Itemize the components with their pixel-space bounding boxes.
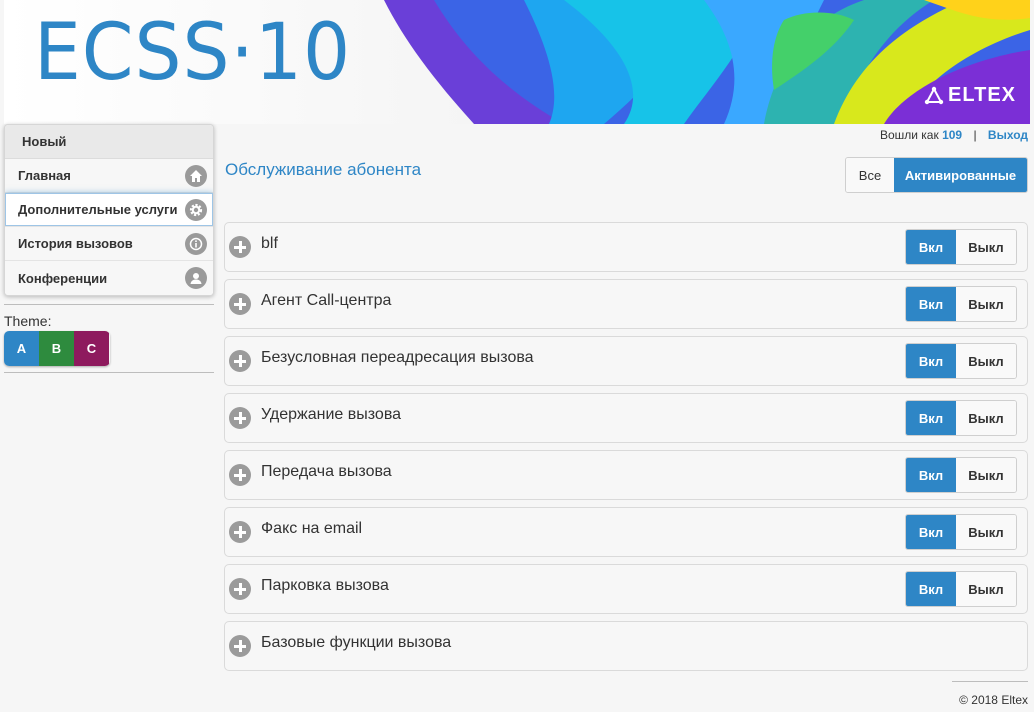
footer-copyright: © 2018 Eltex — [959, 693, 1028, 707]
service-row: Парковка вызова Вкл Выкл — [224, 564, 1028, 614]
expand-plus-icon[interactable] — [229, 293, 251, 315]
off-button[interactable]: Выкл — [956, 230, 1016, 264]
divider — [4, 372, 214, 373]
sidebar-menu: Новый Главная Дополнительные услуги Исто… — [4, 124, 214, 296]
theme-b-button[interactable]: B — [39, 331, 74, 366]
service-name: Безусловная переадресация вызова — [261, 349, 534, 366]
filter-all-button[interactable]: Все — [846, 158, 894, 192]
off-button[interactable]: Выкл — [956, 401, 1016, 435]
on-button[interactable]: Вкл — [906, 287, 956, 321]
service-toggle: Вкл Выкл — [905, 571, 1017, 607]
theme-c-button[interactable]: C — [74, 331, 109, 366]
service-toggle: Вкл Выкл — [905, 343, 1017, 379]
theme-label: Theme: — [4, 313, 52, 329]
on-button[interactable]: Вкл — [906, 458, 956, 492]
service-name: Парковка вызова — [261, 577, 389, 594]
service-row: Агент Call-центра Вкл Выкл — [224, 279, 1028, 329]
service-name: Агент Call-центра — [261, 292, 392, 309]
user-icon — [185, 267, 207, 289]
on-button[interactable]: Вкл — [906, 572, 956, 606]
theme-a-button[interactable]: A — [4, 331, 39, 366]
service-toggle: Вкл Выкл — [905, 400, 1017, 436]
expand-plus-icon[interactable] — [229, 407, 251, 429]
service-name: Факс на email — [261, 520, 363, 537]
eltex-brand: ELTEX — [924, 84, 1016, 107]
divider — [4, 304, 214, 305]
service-filter: Все Активированные — [845, 157, 1028, 193]
on-button[interactable]: Вкл — [906, 401, 956, 435]
header-banner: ECSS·10 ELTEX — [4, 0, 1030, 124]
expand-plus-icon[interactable] — [229, 350, 251, 372]
info-icon — [185, 232, 207, 255]
filter-activated-button[interactable]: Активированные — [894, 158, 1027, 192]
off-button[interactable]: Выкл — [956, 344, 1016, 378]
sidebar-item-home[interactable]: Главная — [5, 159, 213, 193]
home-icon — [185, 164, 207, 187]
on-button[interactable]: Вкл — [906, 515, 956, 549]
footer-divider — [952, 681, 1028, 682]
service-row: blf Вкл Выкл — [224, 222, 1028, 272]
sidebar-item-label: Конференции — [18, 270, 108, 286]
service-row: Факс на email Вкл Выкл — [224, 507, 1028, 557]
sidebar: Новый Главная Дополнительные услуги Исто… — [4, 124, 214, 373]
service-name: blf — [261, 235, 278, 252]
service-row: Удержание вызова Вкл Выкл — [224, 393, 1028, 443]
off-button[interactable]: Выкл — [956, 515, 1016, 549]
sidebar-item-call-history[interactable]: История вызовов — [5, 227, 213, 261]
logged-in-label: Вошли как — [879, 128, 939, 142]
service-toggle: Вкл Выкл — [905, 286, 1017, 322]
expand-plus-icon[interactable] — [229, 635, 251, 657]
user-number: 109 — [942, 128, 963, 142]
service-row: Передача вызова Вкл Выкл — [224, 450, 1028, 500]
service-toggle: Вкл Выкл — [905, 514, 1017, 550]
off-button[interactable]: Выкл — [956, 572, 1016, 606]
off-button[interactable]: Выкл — [956, 458, 1016, 492]
service-toggle: Вкл Выкл — [905, 229, 1017, 265]
user-bar: Вошли как 109 | Выход — [880, 128, 1028, 142]
service-row: Безусловная переадресация вызова Вкл Вык… — [224, 336, 1028, 386]
services-list: blf Вкл Выкл Агент Call-центра Вкл Выкл … — [224, 222, 1028, 678]
off-button[interactable]: Выкл — [956, 287, 1016, 321]
sidebar-item-label: Главная — [18, 168, 71, 183]
sidebar-item-additional-services[interactable]: Дополнительные услуги — [5, 193, 213, 227]
service-name: Передача вызова — [261, 463, 392, 480]
gear-icon — [185, 198, 207, 221]
ecss-logo: ECSS·10 — [34, 8, 352, 98]
theme-switcher: A B C — [4, 331, 110, 366]
logout-link[interactable]: Выход — [988, 128, 1028, 142]
service-toggle: Вкл Выкл — [905, 457, 1017, 493]
sidebar-item-label: История вызовов — [18, 236, 133, 251]
sidebar-head: Новый — [5, 125, 213, 159]
service-name: Базовые функции вызова — [261, 634, 452, 651]
expand-plus-icon[interactable] — [229, 521, 251, 543]
eltex-logo-icon — [924, 86, 944, 104]
eltex-brand-text: ELTEX — [948, 84, 1016, 106]
service-name: Удержание вызова — [261, 406, 402, 423]
expand-plus-icon[interactable] — [229, 236, 251, 258]
separator: | — [973, 128, 977, 142]
on-button[interactable]: Вкл — [906, 230, 956, 264]
on-button[interactable]: Вкл — [906, 344, 956, 378]
expand-plus-icon[interactable] — [229, 464, 251, 486]
service-row: Базовые функции вызова — [224, 621, 1028, 671]
sidebar-item-label: Дополнительные услуги — [18, 202, 178, 217]
page-title: Обслуживание абонента — [225, 160, 422, 179]
sidebar-item-conferences[interactable]: Конференции — [5, 261, 213, 295]
expand-plus-icon[interactable] — [229, 578, 251, 600]
